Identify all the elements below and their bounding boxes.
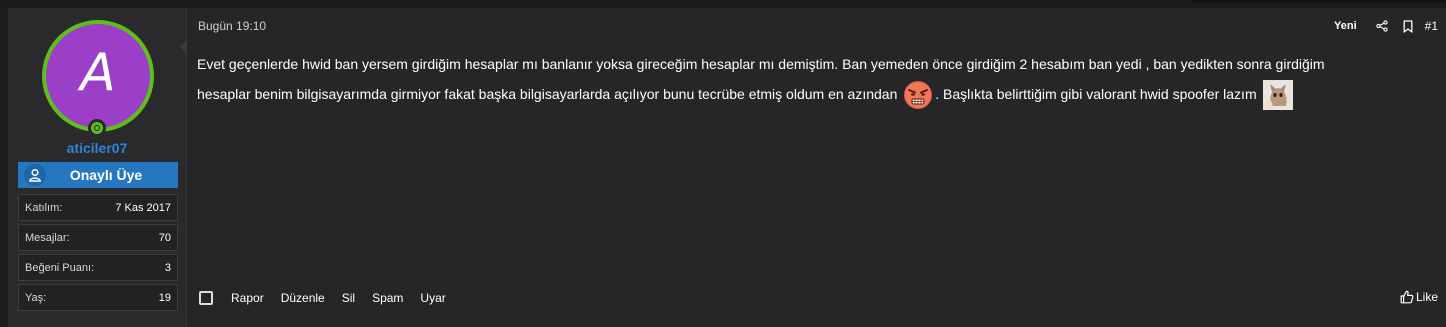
new-badge: Yeni xyxy=(1334,20,1357,32)
angry-emoji-icon xyxy=(903,80,933,110)
username[interactable]: aticiler07 xyxy=(8,140,186,156)
stat-value: 19 xyxy=(158,291,171,304)
stat-value: 3 xyxy=(164,261,171,274)
edit-link[interactable]: Düzenle xyxy=(281,291,325,305)
column-divider xyxy=(186,8,187,327)
report-link[interactable]: Rapor xyxy=(231,291,264,305)
share-icon[interactable] xyxy=(1369,18,1395,34)
stat-likes: Beğeni Puanı: 3 xyxy=(18,254,178,281)
user-stats: Katılım: 7 Kas 2017 Mesajlar: 70 Beğeni … xyxy=(18,194,178,314)
warn-link[interactable]: Uyar xyxy=(420,291,445,305)
stat-joined: Katılım: 7 Kas 2017 xyxy=(18,194,178,221)
stat-label: Mesajlar: xyxy=(25,231,70,244)
bookmark-icon[interactable] xyxy=(1395,18,1421,34)
message-arrow xyxy=(180,40,187,54)
spam-link[interactable]: Spam xyxy=(372,291,403,305)
post-text-line2b: . Başlıkta belirttiğim gibi valorant hwi… xyxy=(935,86,1257,102)
select-checkbox[interactable] xyxy=(199,291,213,305)
stat-messages: Mesajlar: 70 xyxy=(18,224,178,251)
cat-reaction-icon xyxy=(1262,80,1293,111)
delete-link[interactable]: Sil xyxy=(342,291,355,305)
post-date[interactable]: Bugün 19:10 xyxy=(198,19,266,33)
rank-label: Onaylı Üye xyxy=(69,167,143,183)
thumbs-up-icon xyxy=(1400,290,1414,304)
stat-label: Beğeni Puanı: xyxy=(25,261,95,274)
post-tools: Yeni #1 xyxy=(1334,18,1438,34)
avatar-letter: A xyxy=(80,43,116,103)
stat-label: Katılım: xyxy=(25,201,63,214)
stat-label: Yaş: xyxy=(25,291,47,304)
post-number[interactable]: #1 xyxy=(1425,19,1438,33)
stat-value: 7 Kas 2017 xyxy=(115,201,171,214)
user-icon xyxy=(18,162,52,188)
stat-age: Yaş: 19 xyxy=(18,284,178,311)
post-text-line2a: hesaplar benim bilgisayarımda girmiyor f… xyxy=(197,86,898,102)
online-status-icon xyxy=(88,119,106,137)
avatar[interactable]: A xyxy=(46,24,150,128)
like-button[interactable]: Like xyxy=(1400,290,1438,304)
left-edge xyxy=(0,8,8,327)
stat-value[interactable]: 70 xyxy=(159,232,171,244)
post-actions: Rapor Düzenle Sil Spam Uyar xyxy=(199,291,463,305)
post-content: Evet geçenlerde hwid ban yersem girdiğim… xyxy=(197,49,1437,111)
post-text-line1: Evet geçenlerde hwid ban yersem girdiğim… xyxy=(197,56,1325,72)
rank-banner: Onaylı Üye xyxy=(18,162,178,188)
like-label: Like xyxy=(1415,290,1438,304)
top-strip xyxy=(0,0,1446,8)
